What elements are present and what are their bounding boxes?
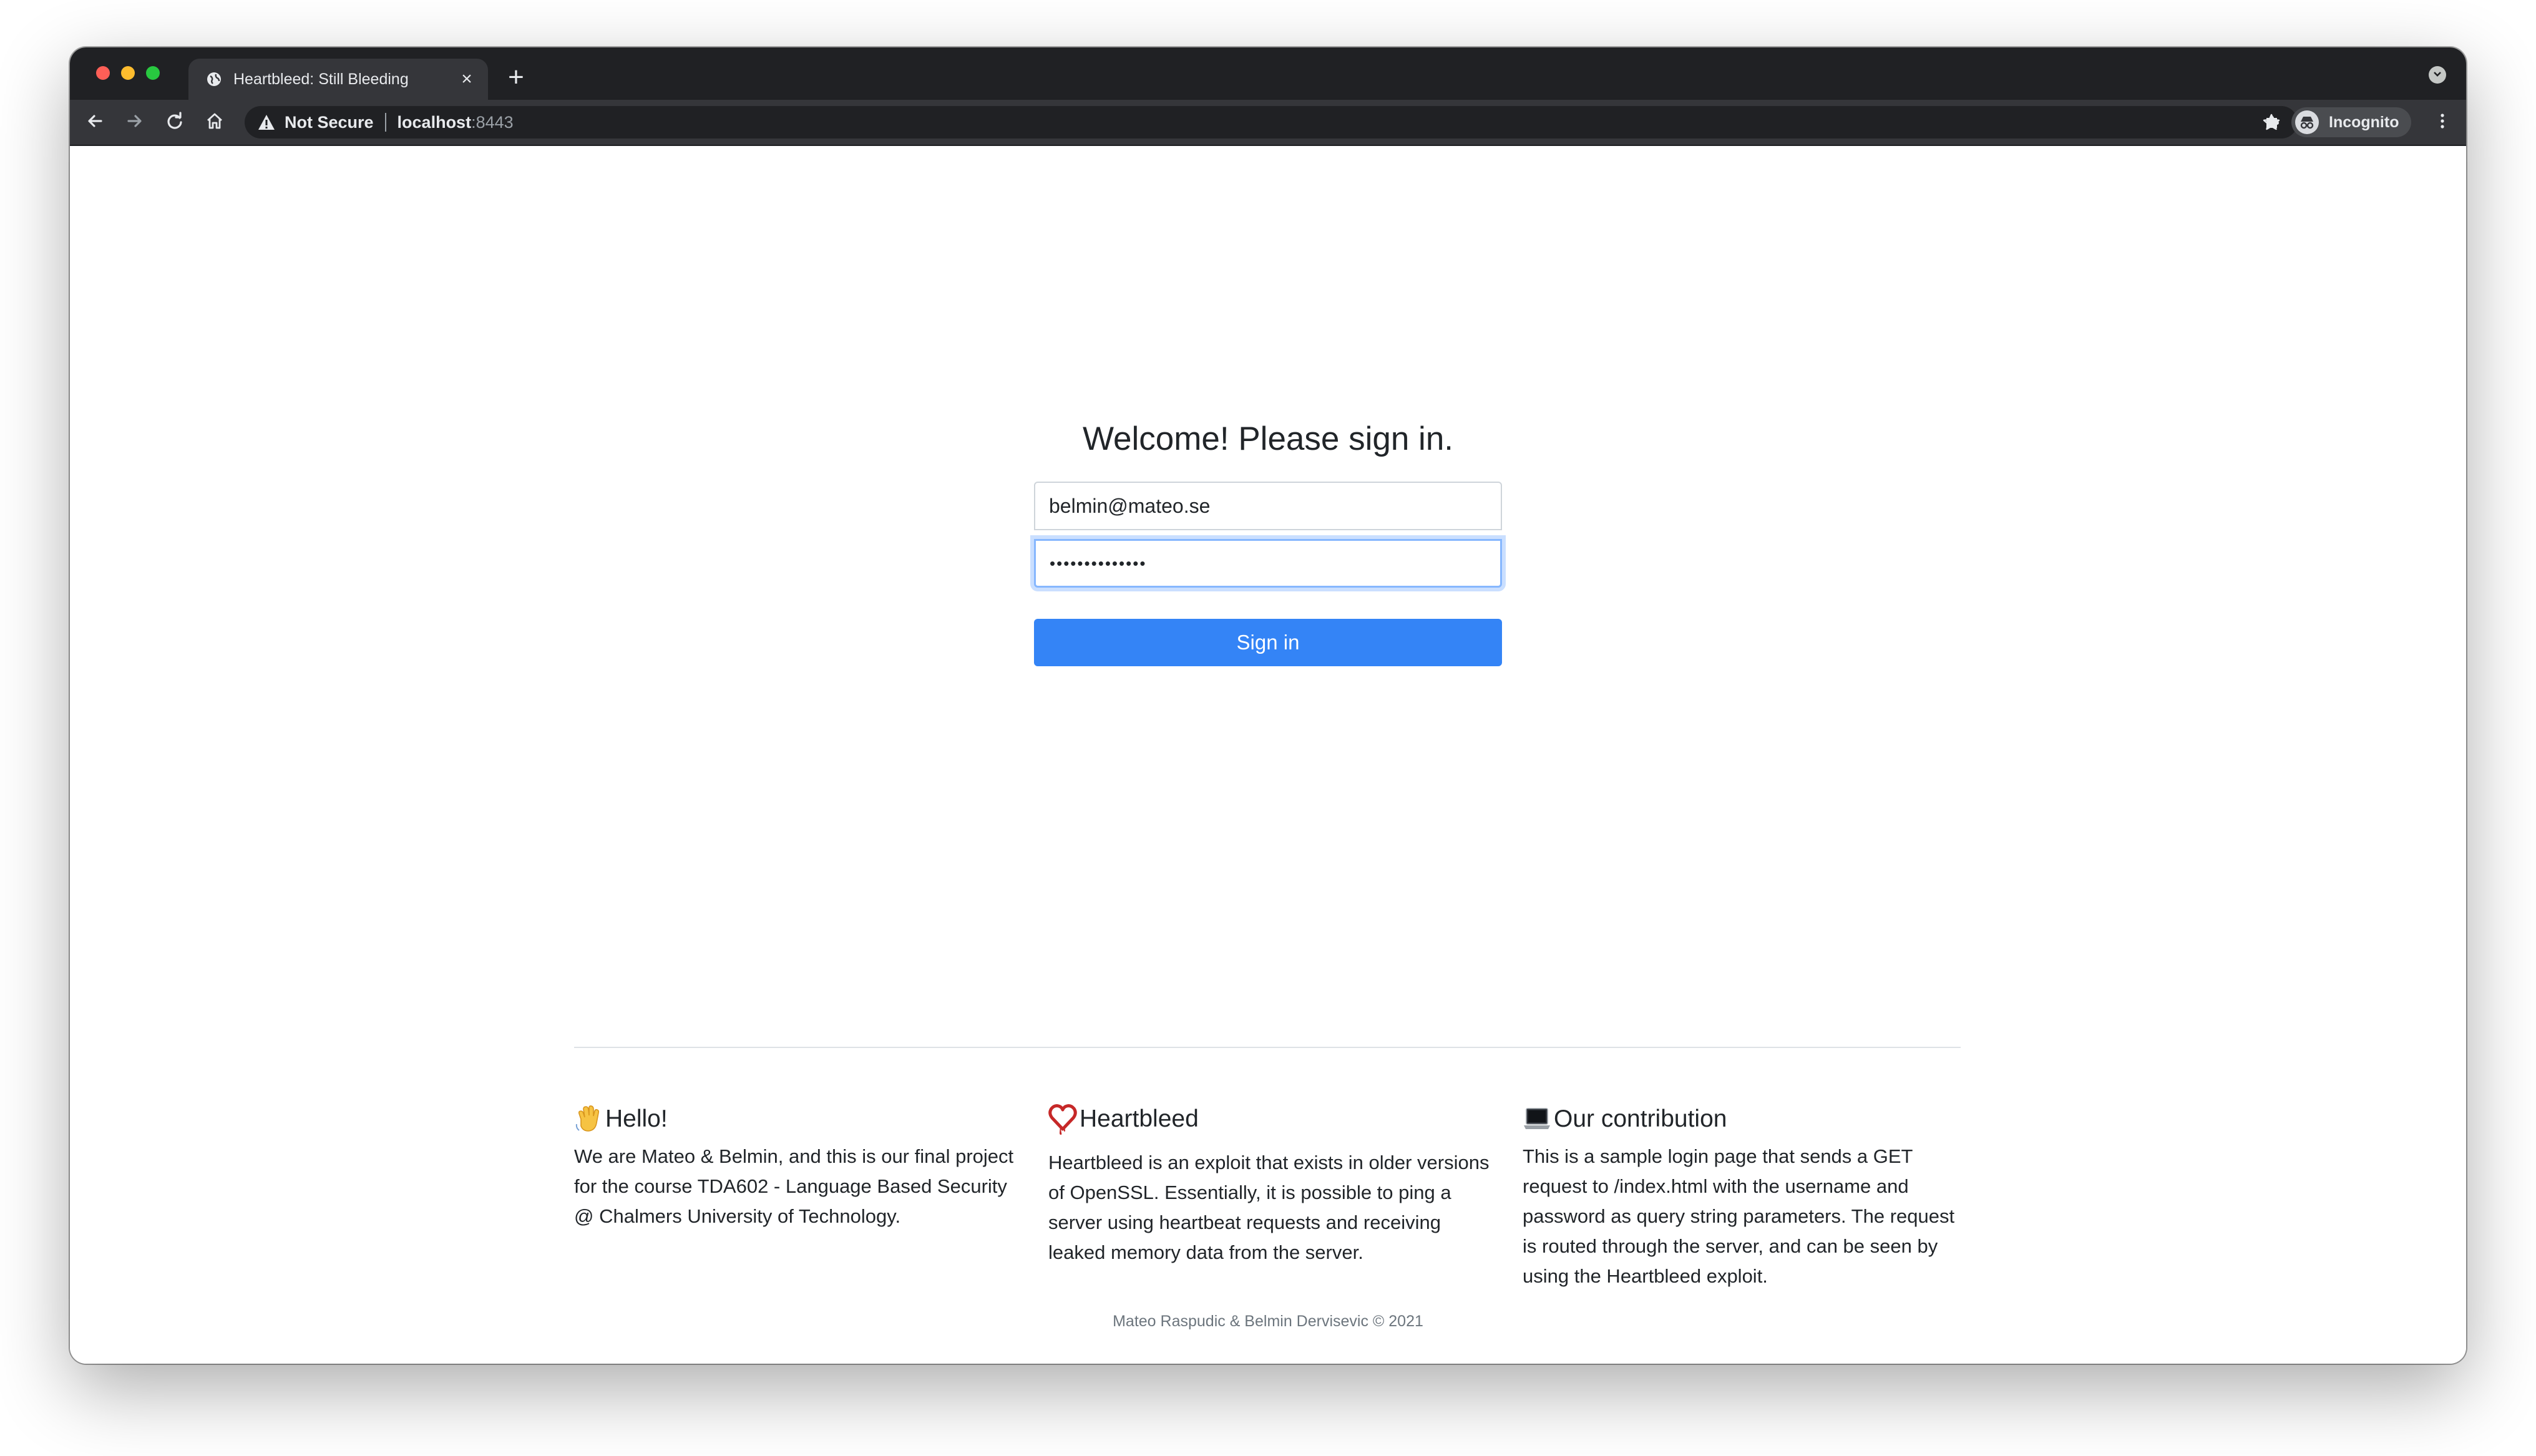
tab-search-button[interactable]	[2429, 66, 2446, 84]
info-heading: Heartbleed	[1048, 1102, 1491, 1137]
browser-toolbar: Not Secure localhost:8443 Incognito	[70, 100, 2466, 146]
tab-strip: Heartbleed: Still Bleeding × +	[70, 47, 2466, 100]
extensions-button[interactable]	[2259, 109, 2286, 136]
warning-icon[interactable]	[257, 114, 276, 131]
security-status-label[interactable]: Not Secure	[285, 113, 374, 132]
globe-icon	[205, 70, 223, 89]
info-heading-text: Our contribution	[1554, 1105, 1727, 1132]
info-body: We are Mateo & Belmin, and this is our f…	[574, 1145, 1014, 1227]
incognito-profile-button[interactable]: Incognito	[2291, 107, 2412, 137]
profile-label: Incognito	[2329, 113, 2399, 131]
minimize-window-button[interactable]	[121, 66, 135, 80]
address-bar[interactable]: Not Secure localhost:8443	[245, 106, 2298, 138]
info-heading-text: Heartbleed	[1080, 1105, 1199, 1132]
forward-icon	[125, 112, 144, 133]
info-column-hello: Hello! We are Mateo & Belmin, and this i…	[574, 1102, 1017, 1231]
heartbleed-heart-icon	[1048, 1104, 1077, 1135]
tab-close-button[interactable]: ×	[454, 69, 479, 90]
back-icon	[85, 112, 104, 133]
address-divider	[384, 113, 386, 132]
url-port: :8443	[471, 112, 514, 132]
extensions-icon	[2263, 112, 2282, 133]
new-tab-button[interactable]: +	[500, 64, 532, 91]
email-field[interactable]	[1034, 482, 1502, 530]
info-body: This is a sample login page that sends a…	[1523, 1145, 1955, 1287]
browser-window: Heartbleed: Still Bleeding × + Not Secur…	[70, 47, 2466, 1364]
info-heading-text: Hello!	[605, 1105, 668, 1132]
info-heading: Our contribution	[1523, 1102, 1966, 1137]
page-content: Welcome! Please sign in. Sign in Hello! …	[70, 146, 2466, 1364]
footer-credit: Mateo Raspudic & Belmin Dervisevic © 202…	[1113, 1313, 1423, 1330]
info-heading: Hello!	[574, 1102, 1017, 1137]
section-divider	[574, 1047, 1961, 1048]
info-column-contribution: Our contribution This is a sample login …	[1523, 1102, 1966, 1291]
signin-button[interactable]: Sign in	[1034, 619, 1502, 666]
reload-button[interactable]	[161, 109, 188, 136]
back-button[interactable]	[81, 109, 109, 136]
menu-icon	[2439, 112, 2446, 133]
signin-heading: Welcome! Please sign in.	[1082, 420, 1454, 457]
info-column-heartbleed: Heartbleed Heartbleed is an exploit that…	[1048, 1102, 1491, 1268]
close-window-button[interactable]	[96, 66, 110, 80]
tab-search-icon	[2432, 69, 2442, 82]
url-host: localhost	[397, 112, 472, 132]
password-field[interactable]	[1034, 539, 1502, 588]
home-button[interactable]	[201, 109, 228, 136]
incognito-icon	[2295, 110, 2319, 134]
browser-menu-button[interactable]	[2429, 109, 2456, 136]
laptop-icon	[1523, 1104, 1551, 1134]
forward-button[interactable]	[121, 109, 149, 136]
signin-form: Welcome! Please sign in. Sign in	[1034, 414, 1502, 666]
browser-tab[interactable]: Heartbleed: Still Bleeding ×	[188, 59, 488, 100]
waving-hand-icon	[574, 1104, 603, 1134]
home-icon	[205, 112, 224, 133]
zoom-window-button[interactable]	[146, 66, 160, 80]
tab-title: Heartbleed: Still Bleeding	[233, 70, 409, 88]
reload-icon	[165, 111, 184, 133]
info-body: Heartbleed is an exploit that exists in …	[1048, 1152, 1490, 1263]
